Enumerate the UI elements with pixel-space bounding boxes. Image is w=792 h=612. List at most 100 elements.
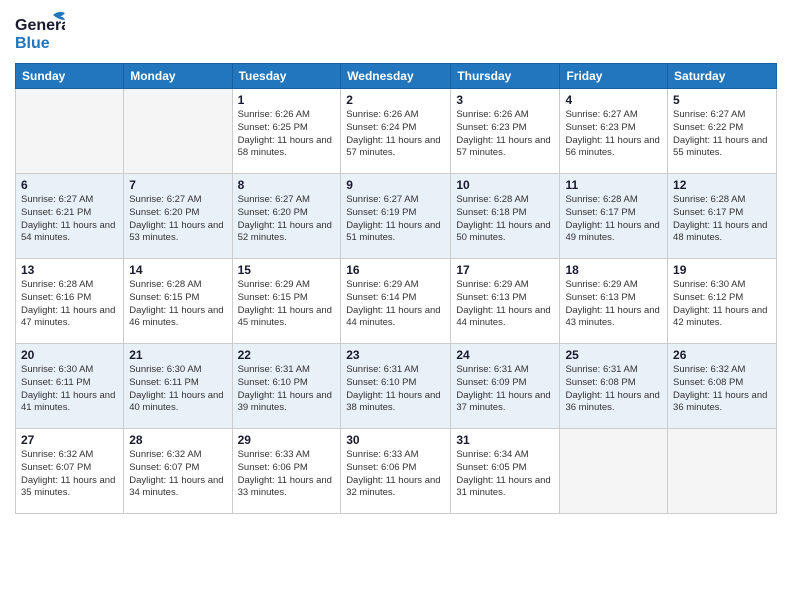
weekday-header-saturday: Saturday [668,64,777,89]
calendar-cell: 13 Sunrise: 6:28 AM Sunset: 6:16 PM Dayl… [16,259,124,344]
calendar-cell: 23 Sunrise: 6:31 AM Sunset: 6:10 PM Dayl… [341,344,451,429]
sunrise-label: Sunrise: 6:32 AM [129,449,201,460]
calendar-cell: 15 Sunrise: 6:29 AM Sunset: 6:15 PM Dayl… [232,259,341,344]
day-number: 19 [673,263,771,277]
sunset-label: Sunset: 6:07 PM [21,462,91,473]
page: General Blue SundayMondayTuesdayWednesda… [0,0,792,612]
logo: General Blue [15,10,65,55]
daylight-label: Daylight: 11 hours and 42 minutes. [673,305,767,329]
sunset-label: Sunset: 6:19 PM [346,207,416,218]
day-number: 1 [238,93,336,107]
sunrise-label: Sunrise: 6:30 AM [129,364,201,375]
calendar-cell: 4 Sunrise: 6:27 AM Sunset: 6:23 PM Dayli… [560,89,668,174]
sunrise-label: Sunrise: 6:28 AM [21,279,93,290]
weekday-header-row: SundayMondayTuesdayWednesdayThursdayFrid… [16,64,777,89]
daylight-label: Daylight: 11 hours and 58 minutes. [238,135,332,159]
sunrise-label: Sunrise: 6:31 AM [238,364,310,375]
sunrise-label: Sunrise: 6:34 AM [456,449,528,460]
calendar-cell: 11 Sunrise: 6:28 AM Sunset: 6:17 PM Dayl… [560,174,668,259]
calendar-cell [560,429,668,514]
daylight-label: Daylight: 11 hours and 56 minutes. [565,135,659,159]
calendar-cell: 18 Sunrise: 6:29 AM Sunset: 6:13 PM Dayl… [560,259,668,344]
day-info: Sunrise: 6:34 AM Sunset: 6:05 PM Dayligh… [456,449,554,500]
sunset-label: Sunset: 6:14 PM [346,292,416,303]
daylight-label: Daylight: 11 hours and 51 minutes. [346,220,440,244]
sunrise-label: Sunrise: 6:27 AM [21,194,93,205]
day-number: 21 [129,348,226,362]
daylight-label: Daylight: 11 hours and 47 minutes. [21,305,115,329]
calendar-cell: 29 Sunrise: 6:33 AM Sunset: 6:06 PM Dayl… [232,429,341,514]
calendar-cell: 26 Sunrise: 6:32 AM Sunset: 6:08 PM Dayl… [668,344,777,429]
day-info: Sunrise: 6:31 AM Sunset: 6:09 PM Dayligh… [456,364,554,415]
sunrise-label: Sunrise: 6:33 AM [238,449,310,460]
sunset-label: Sunset: 6:16 PM [21,292,91,303]
sunset-label: Sunset: 6:25 PM [238,122,308,133]
daylight-label: Daylight: 11 hours and 49 minutes. [565,220,659,244]
day-number: 5 [673,93,771,107]
day-number: 8 [238,178,336,192]
day-number: 6 [21,178,118,192]
daylight-label: Daylight: 11 hours and 50 minutes. [456,220,550,244]
day-info: Sunrise: 6:33 AM Sunset: 6:06 PM Dayligh… [346,449,445,500]
day-number: 18 [565,263,662,277]
calendar-cell: 3 Sunrise: 6:26 AM Sunset: 6:23 PM Dayli… [451,89,560,174]
calendar-cell: 14 Sunrise: 6:28 AM Sunset: 6:15 PM Dayl… [124,259,232,344]
sunset-label: Sunset: 6:18 PM [456,207,526,218]
daylight-label: Daylight: 11 hours and 40 minutes. [129,390,223,414]
day-number: 20 [21,348,118,362]
svg-text:General: General [15,17,65,34]
daylight-label: Daylight: 11 hours and 44 minutes. [346,305,440,329]
day-number: 2 [346,93,445,107]
calendar-table: SundayMondayTuesdayWednesdayThursdayFrid… [15,63,777,514]
sunrise-label: Sunrise: 6:28 AM [456,194,528,205]
day-info: Sunrise: 6:27 AM Sunset: 6:22 PM Dayligh… [673,109,771,160]
sunrise-label: Sunrise: 6:29 AM [238,279,310,290]
daylight-label: Daylight: 11 hours and 32 minutes. [346,475,440,499]
calendar-cell: 8 Sunrise: 6:27 AM Sunset: 6:20 PM Dayli… [232,174,341,259]
header: General Blue [15,10,777,55]
day-number: 14 [129,263,226,277]
daylight-label: Daylight: 11 hours and 46 minutes. [129,305,223,329]
calendar-cell: 22 Sunrise: 6:31 AM Sunset: 6:10 PM Dayl… [232,344,341,429]
calendar-cell: 28 Sunrise: 6:32 AM Sunset: 6:07 PM Dayl… [124,429,232,514]
daylight-label: Daylight: 11 hours and 45 minutes. [238,305,332,329]
day-number: 13 [21,263,118,277]
sunset-label: Sunset: 6:17 PM [565,207,635,218]
sunrise-label: Sunrise: 6:30 AM [673,279,745,290]
calendar-cell: 12 Sunrise: 6:28 AM Sunset: 6:17 PM Dayl… [668,174,777,259]
day-info: Sunrise: 6:31 AM Sunset: 6:10 PM Dayligh… [346,364,445,415]
day-info: Sunrise: 6:27 AM Sunset: 6:19 PM Dayligh… [346,194,445,245]
calendar-week-row: 20 Sunrise: 6:30 AM Sunset: 6:11 PM Dayl… [16,344,777,429]
daylight-label: Daylight: 11 hours and 31 minutes. [456,475,550,499]
sunset-label: Sunset: 6:20 PM [238,207,308,218]
sunset-label: Sunset: 6:24 PM [346,122,416,133]
sunset-label: Sunset: 6:12 PM [673,292,743,303]
day-info: Sunrise: 6:33 AM Sunset: 6:06 PM Dayligh… [238,449,336,500]
calendar-cell [124,89,232,174]
sunset-label: Sunset: 6:09 PM [456,377,526,388]
sunset-label: Sunset: 6:05 PM [456,462,526,473]
calendar-week-row: 6 Sunrise: 6:27 AM Sunset: 6:21 PM Dayli… [16,174,777,259]
day-info: Sunrise: 6:26 AM Sunset: 6:25 PM Dayligh… [238,109,336,160]
sunrise-label: Sunrise: 6:28 AM [129,279,201,290]
day-info: Sunrise: 6:32 AM Sunset: 6:08 PM Dayligh… [673,364,771,415]
calendar-cell [16,89,124,174]
sunrise-label: Sunrise: 6:31 AM [456,364,528,375]
daylight-label: Daylight: 11 hours and 34 minutes. [129,475,223,499]
sunset-label: Sunset: 6:08 PM [565,377,635,388]
sunrise-label: Sunrise: 6:32 AM [21,449,93,460]
day-info: Sunrise: 6:27 AM Sunset: 6:21 PM Dayligh… [21,194,118,245]
sunrise-label: Sunrise: 6:29 AM [565,279,637,290]
day-number: 7 [129,178,226,192]
calendar-cell: 2 Sunrise: 6:26 AM Sunset: 6:24 PM Dayli… [341,89,451,174]
calendar-cell: 7 Sunrise: 6:27 AM Sunset: 6:20 PM Dayli… [124,174,232,259]
calendar-cell: 10 Sunrise: 6:28 AM Sunset: 6:18 PM Dayl… [451,174,560,259]
sunrise-label: Sunrise: 6:26 AM [456,109,528,120]
calendar-cell: 16 Sunrise: 6:29 AM Sunset: 6:14 PM Dayl… [341,259,451,344]
sunset-label: Sunset: 6:11 PM [21,377,91,388]
calendar-cell: 27 Sunrise: 6:32 AM Sunset: 6:07 PM Dayl… [16,429,124,514]
weekday-header-tuesday: Tuesday [232,64,341,89]
sunrise-label: Sunrise: 6:27 AM [238,194,310,205]
day-info: Sunrise: 6:28 AM Sunset: 6:17 PM Dayligh… [565,194,662,245]
day-info: Sunrise: 6:27 AM Sunset: 6:20 PM Dayligh… [238,194,336,245]
